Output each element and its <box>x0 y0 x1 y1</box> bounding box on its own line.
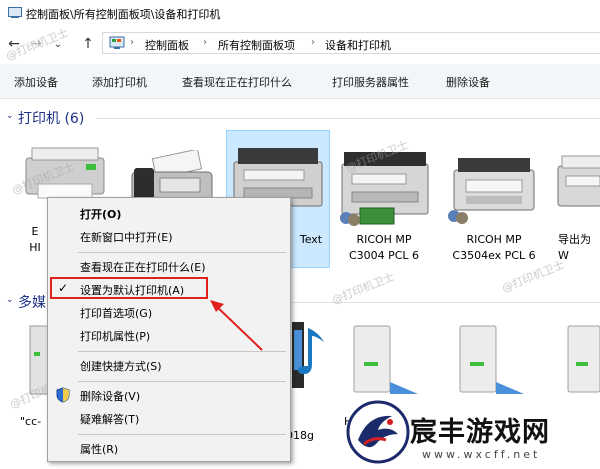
add-device-button[interactable]: 添加设备 <box>14 74 58 90</box>
breadcrumb-separator: › <box>130 37 134 48</box>
printer-label: RICOH MP <box>466 233 522 246</box>
menu-item-remove-device[interactable]: 删除设备(V) <box>80 388 140 404</box>
printers-group-title[interactable]: 打印机 (6) <box>18 108 84 128</box>
annotation-arrow-icon <box>210 300 263 351</box>
brand-logo-icon <box>346 400 410 464</box>
menu-item-printing-prefs[interactable]: 打印首选项(G) <box>80 305 152 321</box>
control-panel-icon <box>8 5 22 22</box>
collapse-chevron-icon[interactable]: ⌄ <box>6 111 14 121</box>
menu-separator <box>78 381 286 382</box>
menu-item-create-shortcut[interactable]: 创建快捷方式(S) <box>80 358 162 374</box>
menu-item-see-printing[interactable]: 查看现在正在打印什么(E) <box>80 259 206 275</box>
printer-label: HI <box>29 241 41 254</box>
group-divider <box>96 118 600 119</box>
shield-icon <box>56 387 70 406</box>
window-title: 控制面板\所有控制面板项\设备和打印机 <box>26 8 221 21</box>
menu-separator <box>78 252 286 253</box>
media-server-icon <box>353 325 418 394</box>
address-bar[interactable]: › 控制面板 › 所有控制面板项 › 设备和打印机 <box>102 32 600 54</box>
add-printer-button[interactable]: 添加打印机 <box>92 74 147 90</box>
breadcrumb-control-panel[interactable]: 控制面板 <box>145 37 189 53</box>
collapse-chevron-icon[interactable]: ⌄ <box>6 295 14 305</box>
menu-item-open[interactable]: 打开(O) <box>80 206 121 222</box>
printer-label: C3504ex PCL 6 <box>452 249 536 262</box>
brand-url: www.wxcff.net <box>422 448 541 461</box>
breadcrumb-all-items[interactable]: 所有控制面板项 <box>218 37 295 53</box>
printer-label: E <box>31 225 39 238</box>
brand-watermark: 宸丰游戏网 www.wxcff.net <box>340 398 600 469</box>
breadcrumb-devices-printers[interactable]: 设备和打印机 <box>325 37 391 53</box>
media-server-icon <box>567 325 600 393</box>
command-bar: 添加设备 添加打印机 查看现在正在打印什么 打印服务器属性 删除设备 <box>0 64 600 99</box>
printer-label: Text <box>299 233 323 246</box>
menu-item-properties[interactable]: 属性(R) <box>80 441 118 457</box>
remove-device-button[interactable]: 删除设备 <box>446 74 490 90</box>
printer-label: 导出为W <box>558 233 591 262</box>
printer-device[interactable]: 导出为W <box>552 148 600 264</box>
breadcrumb-separator: › <box>311 37 315 48</box>
see-printing-button[interactable]: 查看现在正在打印什么 <box>182 74 292 90</box>
media-label: 018g <box>286 429 314 442</box>
media-group-title[interactable]: 多媒 <box>18 292 46 312</box>
up-button[interactable]: ↑ <box>78 34 98 54</box>
printer-icon <box>448 158 535 224</box>
menu-item-troubleshoot[interactable]: 疑难解答(T) <box>80 411 139 427</box>
print-server-props-button[interactable]: 打印服务器属性 <box>332 74 409 90</box>
menu-item-printer-props[interactable]: 打印机属性(P) <box>80 328 150 344</box>
printer-label: C3004 PCL 6 <box>348 249 420 262</box>
menu-item-open-new-window[interactable]: 在新窗口中打开(E) <box>80 229 173 245</box>
control-panel-icon <box>109 36 125 53</box>
brand-name: 宸丰游戏网 <box>410 417 550 448</box>
printer-device[interactable]: RICOH MP C3504ex PCL 6 <box>444 148 544 264</box>
menu-separator <box>78 434 286 435</box>
highlight-box <box>50 277 208 299</box>
media-server-icon <box>459 325 524 394</box>
title-bar: 控制面板\所有控制面板项\设备和打印机 <box>0 0 600 26</box>
printer-label: RICOH MP <box>356 233 412 246</box>
breadcrumb-separator: › <box>203 37 207 48</box>
printer-icon <box>557 155 600 207</box>
